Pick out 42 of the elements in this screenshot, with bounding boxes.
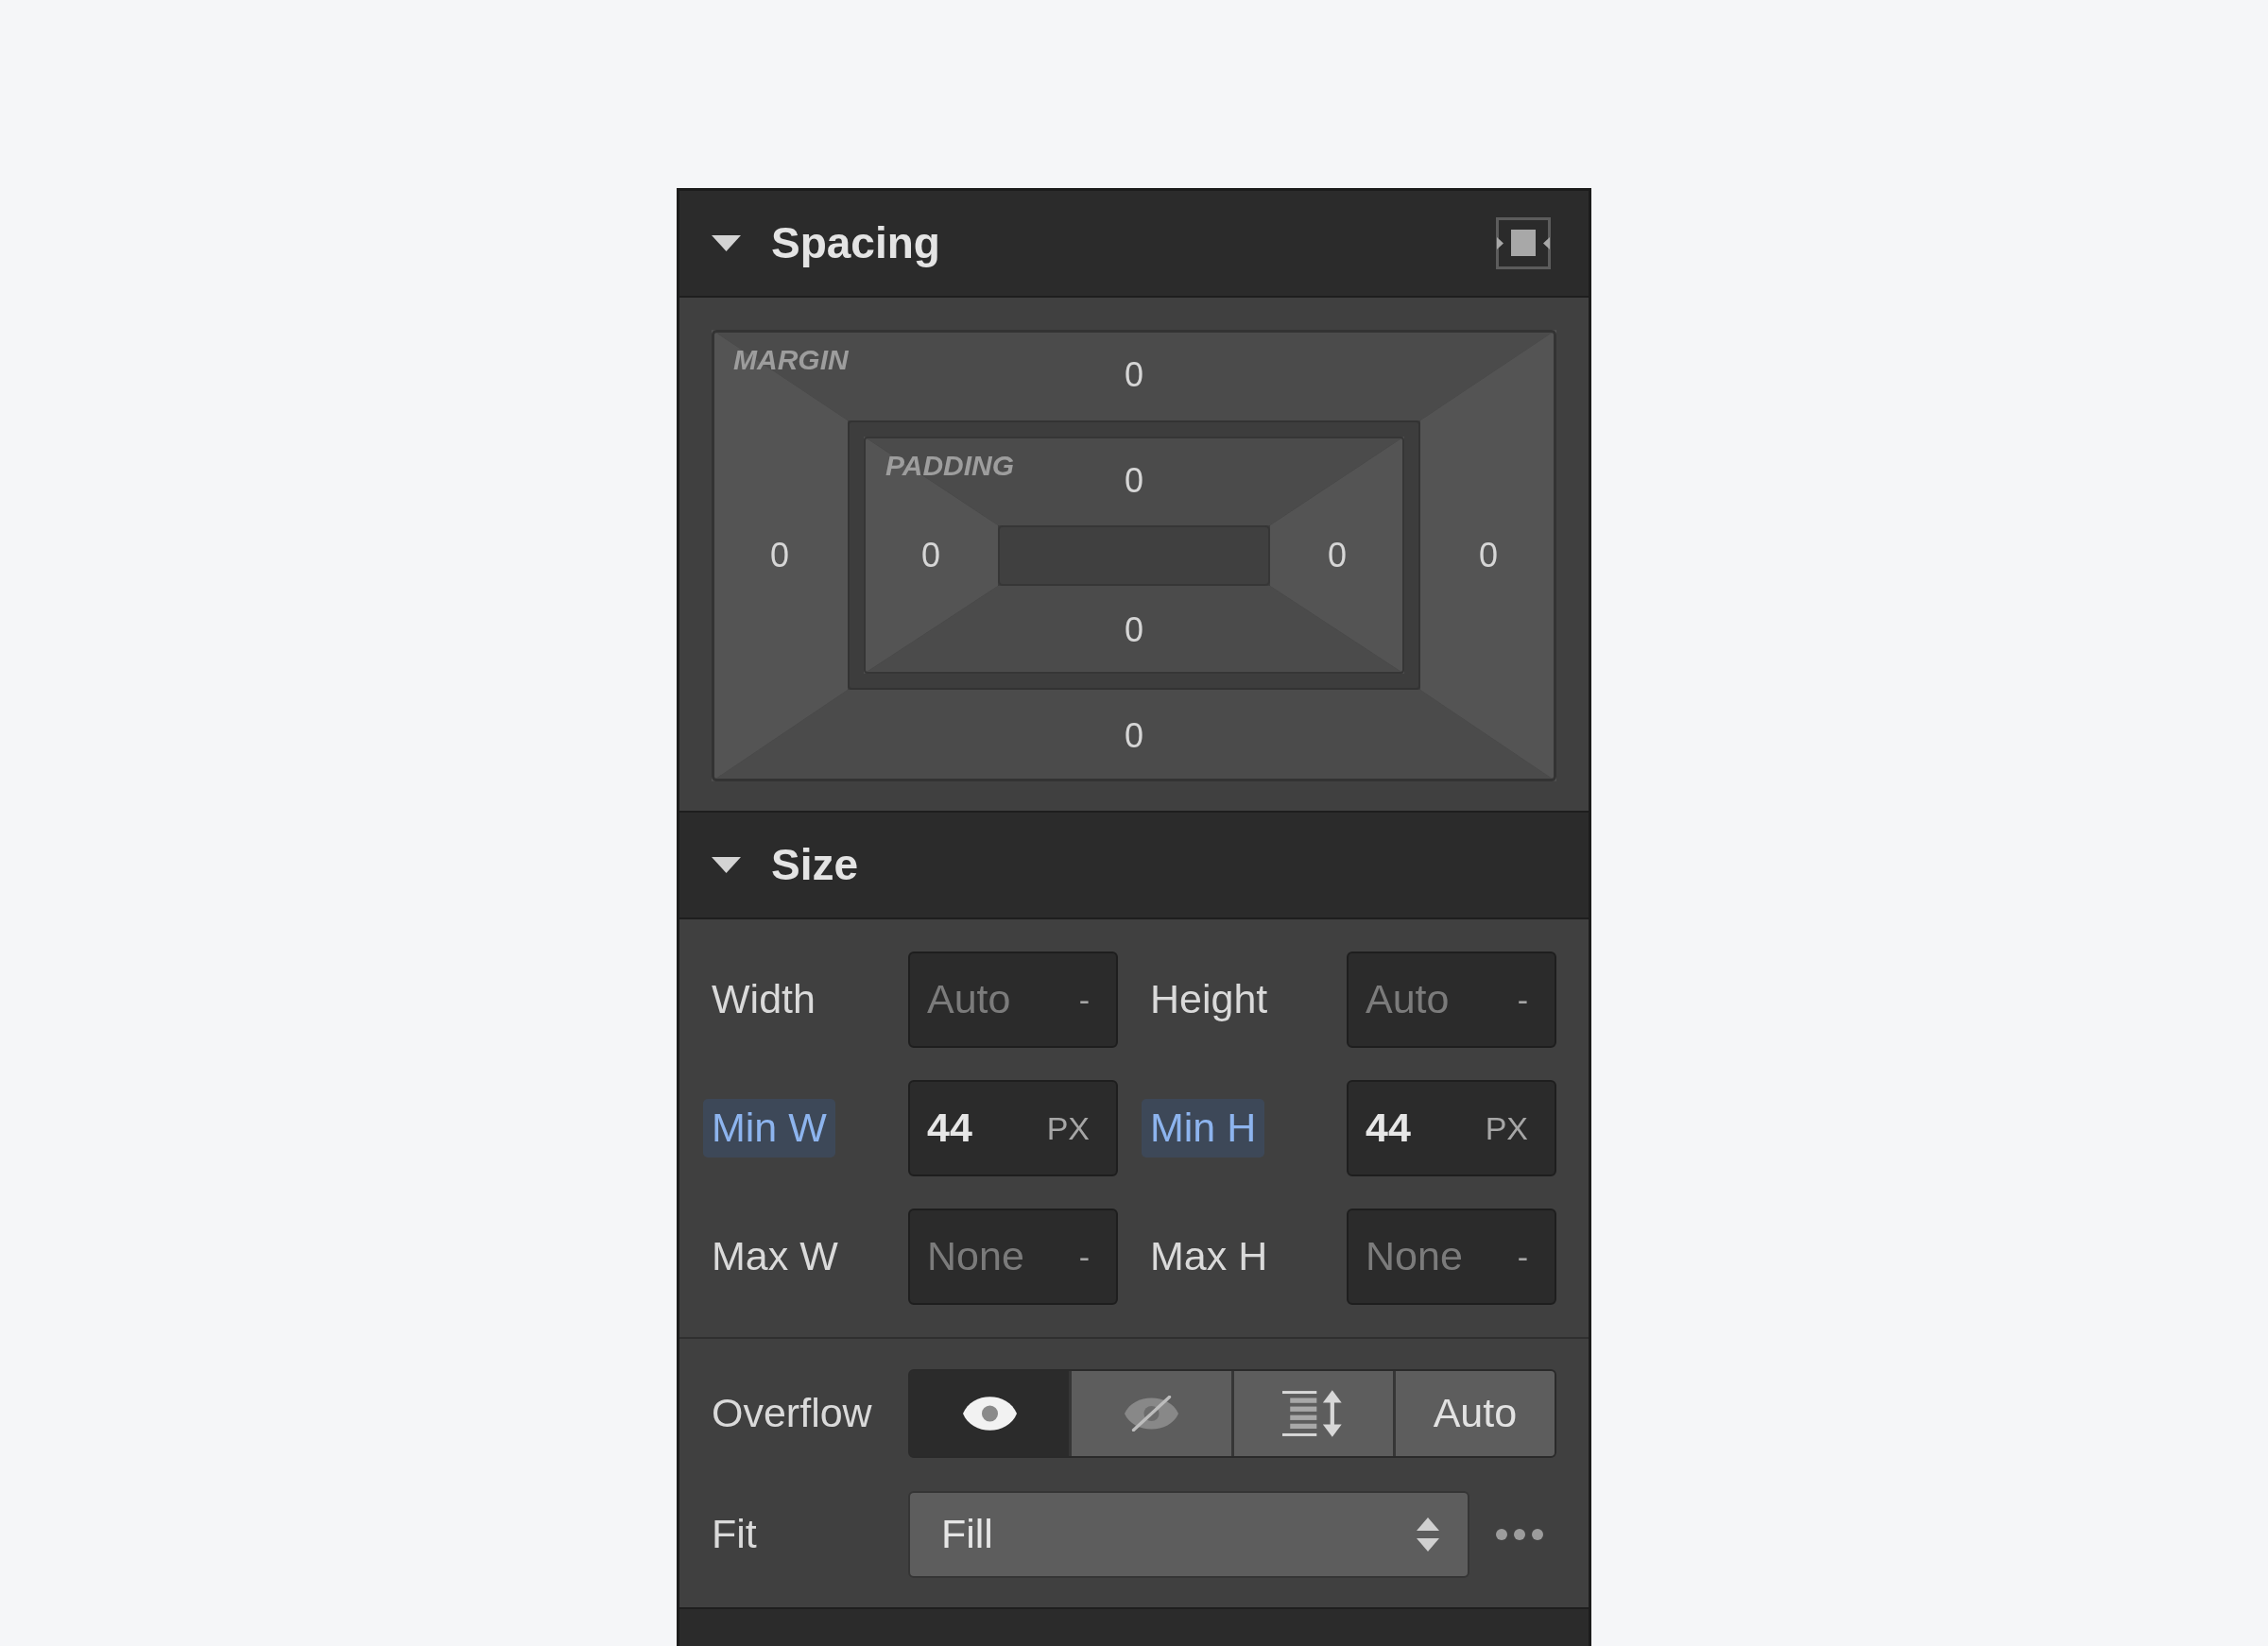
segment-button[interactable]: Auto (1395, 1371, 1555, 1456)
margin-value[interactable]: 0 (1479, 534, 1498, 576)
input-field[interactable]: None - (1347, 1209, 1556, 1305)
unit-button[interactable]: - (1074, 980, 1093, 1020)
section-header[interactable]: Size (679, 813, 1589, 919)
field-label: Height (1149, 975, 1269, 1024)
unit-button[interactable]: - (1513, 1237, 1532, 1277)
field-label: Min W (703, 1099, 835, 1157)
field-label: Max H (1149, 1232, 1269, 1281)
eye-icon (962, 1397, 1017, 1431)
eye-slash-icon (1124, 1396, 1178, 1432)
field-label: Fit (712, 1510, 757, 1559)
margin-value[interactable]: 0 (1125, 714, 1143, 757)
unit-button[interactable]: - (1074, 1237, 1093, 1277)
padding-label: PADDING (885, 449, 1015, 483)
select-field[interactable]: Fill (908, 1491, 1469, 1578)
padding-value[interactable]: 0 (1328, 535, 1347, 576)
input-field[interactable]: None - (908, 1209, 1118, 1305)
input-field[interactable]: Auto - (1347, 952, 1556, 1048)
field-label: Min H (1142, 1099, 1265, 1157)
box-model-icon[interactable] (1496, 217, 1551, 269)
margin-label: MARGIN (733, 343, 849, 377)
section-header[interactable]: Spacing (679, 191, 1589, 298)
padding-value[interactable]: 0 (1125, 460, 1143, 502)
field-label: Width (711, 975, 816, 1024)
padding-value[interactable]: 0 (1125, 609, 1143, 651)
ellipsis-icon (1496, 1529, 1543, 1540)
section-title: Spacing (771, 216, 940, 269)
input-field[interactable]: Auto - (908, 952, 1118, 1048)
margin-value[interactable]: 0 (770, 534, 789, 576)
unit-button[interactable]: PX (1042, 1108, 1093, 1148)
unit-button[interactable]: PX (1481, 1108, 1532, 1148)
padding-value[interactable]: 0 (921, 535, 940, 576)
unit-button[interactable]: - (1513, 980, 1532, 1020)
up-down-arrows-icon (1417, 1517, 1439, 1552)
input-field[interactable]: 44 PX (1347, 1080, 1556, 1176)
section-title: Size (771, 838, 859, 891)
field-label: Overflow (712, 1389, 872, 1438)
segment-button[interactable] (910, 1371, 1070, 1456)
margin-value[interactable]: 0 (1125, 354, 1143, 396)
input-field[interactable]: 44 PX (908, 1080, 1118, 1176)
field-label: Max W (711, 1232, 839, 1281)
